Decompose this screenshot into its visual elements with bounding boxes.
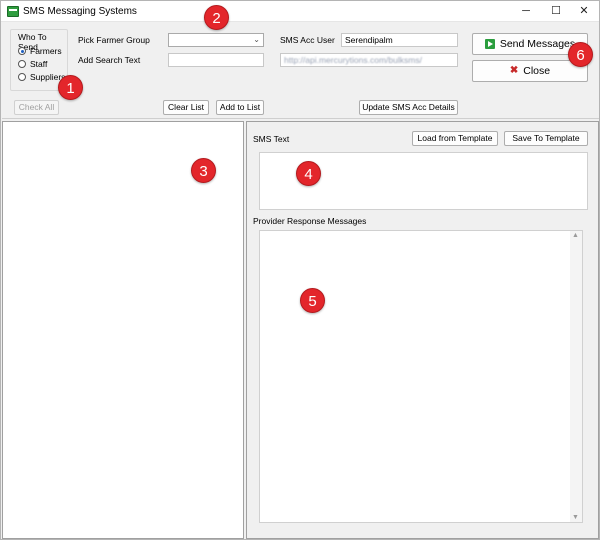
scroll-down-icon[interactable]: ▼: [572, 514, 579, 521]
close-window-button[interactable]: ✕: [567, 1, 600, 22]
window-title: SMS Messaging Systems: [23, 6, 137, 17]
sms-text-label: SMS Text: [253, 134, 290, 144]
annotation-badge: 3: [191, 158, 216, 183]
message-panel: SMS Text Load from Template Save To Temp…: [246, 121, 599, 539]
radio-staff-indicator[interactable]: [18, 60, 26, 68]
recipient-list[interactable]: [2, 121, 244, 539]
search-text-input[interactable]: [168, 53, 264, 67]
radio-farmers-indicator[interactable]: [18, 47, 26, 55]
annotation-badge: 6: [568, 42, 593, 67]
api-url-value: http://api.mercurytions.com/bulksms/: [284, 55, 422, 65]
send-icon: [484, 39, 495, 49]
clear-list-button[interactable]: Clear List: [163, 100, 209, 115]
chevron-down-icon[interactable]: ⌄: [253, 35, 260, 44]
pick-farmer-group-label: Pick Farmer Group: [78, 35, 150, 45]
settings-panel: Who To Send Farmers Staff Suppliers Chec…: [2, 23, 599, 119]
check-all-button[interactable]: Check All: [14, 100, 59, 115]
close-label: Close: [523, 65, 551, 77]
farmer-group-select[interactable]: ⌄: [168, 33, 264, 47]
provider-response-label: Provider Response Messages: [253, 216, 367, 226]
sms-messaging-window: SMS Messaging Systems ─ ☐ ✕ Who To Send …: [0, 0, 600, 540]
load-template-button[interactable]: Load from Template: [412, 131, 498, 146]
annotation-badge: 4: [296, 161, 321, 186]
sms-acc-user-label: SMS Acc User: [280, 35, 335, 45]
minimize-button[interactable]: ─: [509, 1, 543, 22]
scroll-up-icon[interactable]: ▲: [572, 232, 579, 239]
title-bar: SMS Messaging Systems ─ ☐ ✕: [1, 1, 599, 22]
sms-acc-user-input[interactable]: Serendipalm: [341, 33, 458, 47]
provider-response-output[interactable]: ▲ ▼: [259, 230, 583, 523]
radio-staff-label: Staff: [30, 59, 48, 69]
api-url-input[interactable]: http://api.mercurytions.com/bulksms/: [280, 53, 458, 67]
update-sms-acc-button[interactable]: Update SMS Acc Details: [359, 100, 458, 115]
annotation-badge: 1: [58, 75, 83, 100]
radio-farmers[interactable]: Farmers: [18, 46, 62, 56]
radio-suppliers-indicator[interactable]: [18, 73, 26, 81]
close-icon: ✖: [509, 65, 519, 76]
save-template-button[interactable]: Save To Template: [504, 131, 588, 146]
radio-suppliers[interactable]: Suppliers: [18, 72, 65, 82]
app-icon: [7, 6, 19, 17]
add-search-text-label: Add Search Text: [78, 55, 141, 65]
radio-staff[interactable]: Staff: [18, 59, 47, 69]
close-button[interactable]: ✖ Close: [472, 60, 588, 82]
radio-farmers-label: Farmers: [30, 46, 62, 56]
annotation-badge: 5: [300, 288, 325, 313]
send-messages-label: Send Messages: [499, 38, 576, 50]
annotation-badge: 2: [204, 5, 229, 30]
provider-response-scrollbar[interactable]: ▲ ▼: [570, 231, 582, 522]
add-to-list-button[interactable]: Add to List: [216, 100, 264, 115]
